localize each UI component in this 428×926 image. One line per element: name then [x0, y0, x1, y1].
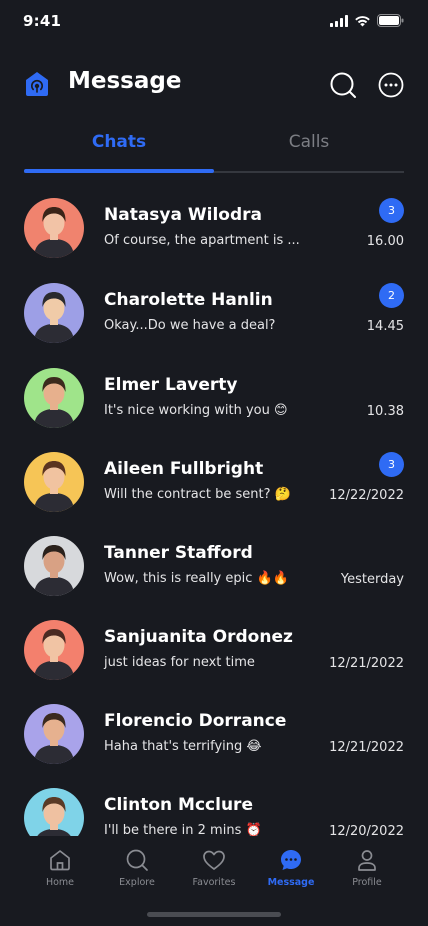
chat-name: Florencio Dorrance	[104, 711, 287, 731]
nav-item-message[interactable]: Message	[251, 848, 331, 898]
chat-last-message: just ideas for next time	[104, 655, 255, 670]
tab-chats[interactable]: Chats	[24, 132, 214, 172]
more-horizontal-icon	[378, 72, 404, 98]
home-indicator	[147, 912, 281, 917]
chat-name: Natasya Wilodra	[104, 205, 262, 225]
avatar-portrait	[24, 788, 84, 836]
chat-item[interactable]: Clinton Mcclure I'll be there in 2 mins …	[0, 776, 428, 836]
avatar	[24, 283, 84, 343]
chat-item[interactable]: Elmer Laverty It's nice working with you…	[0, 356, 428, 440]
chat-last-message: I'll be there in 2 mins ⏰	[104, 823, 262, 836]
chat-name: Clinton Mcclure	[104, 795, 253, 815]
nav-item-home[interactable]: Home	[20, 848, 100, 898]
chat-last-message: Wow, this is really epic 🔥🔥	[104, 571, 289, 586]
avatar	[24, 620, 84, 680]
avatar-portrait	[24, 368, 84, 428]
nav-item-explore[interactable]: Explore	[97, 848, 177, 898]
tab-calls[interactable]: Calls	[214, 132, 404, 172]
chat-item[interactable]: Florencio Dorrance Haha that's terrifyin…	[0, 692, 428, 776]
status-time: 9:41	[23, 12, 62, 30]
chat-item[interactable]: Sanjuanita Ordonez just ideas for next t…	[0, 608, 428, 692]
chat-time: Yesterday	[340, 572, 404, 587]
chat-time: 12/22/2022	[329, 488, 404, 503]
chat-name: Tanner Stafford	[104, 543, 253, 563]
chat-time: 12/21/2022	[329, 740, 404, 755]
nav-label: Home	[45, 877, 75, 888]
nav-label: Profile	[352, 877, 382, 888]
chat-name: Sanjuanita Ordonez	[104, 627, 293, 647]
chat-time: 12/20/2022	[329, 824, 404, 836]
chat-name: Aileen Fullbright	[104, 459, 264, 479]
unread-badge: 3	[379, 198, 404, 223]
chat-time: 16.00	[366, 234, 404, 249]
chat-last-message: It's nice working with you 😊	[104, 403, 288, 418]
explore-icon	[126, 849, 148, 871]
chat-time: 14.45	[366, 319, 404, 334]
avatar	[24, 788, 84, 836]
avatar-portrait	[24, 620, 84, 680]
cellular-signal-icon	[330, 14, 348, 27]
active-tab-indicator	[24, 169, 214, 173]
chat-name: Charolette Hanlin	[104, 290, 273, 310]
avatar-portrait	[24, 704, 84, 764]
tab-bar: Chats Calls	[24, 132, 404, 174]
chat-time: 12/21/2022	[329, 656, 404, 671]
avatar	[24, 704, 84, 764]
chat-last-message: Haha that's terrifying 😂	[104, 739, 262, 754]
status-icons	[330, 14, 404, 27]
page-title: Message	[68, 68, 182, 94]
app-logo-icon	[26, 72, 48, 96]
header: Message	[0, 60, 428, 110]
profile-icon	[358, 850, 376, 871]
avatar-portrait	[24, 198, 84, 258]
avatar	[24, 452, 84, 512]
chat-name: Elmer Laverty	[104, 375, 238, 395]
nav-item-favorites[interactable]: Favorites	[174, 848, 254, 898]
unread-badge: 2	[379, 283, 404, 308]
status-bar: 9:41	[0, 0, 428, 44]
battery-icon	[377, 14, 404, 27]
search-button[interactable]	[329, 71, 357, 99]
nav-label: Favorites	[192, 877, 236, 888]
avatar	[24, 198, 84, 258]
heart-icon	[203, 850, 225, 870]
nav-label: Message	[267, 877, 315, 888]
chat-last-message: Will the contract be sent? 🤔	[104, 487, 291, 502]
avatar-portrait	[24, 283, 84, 343]
avatar	[24, 368, 84, 428]
avatar	[24, 536, 84, 596]
chat-item[interactable]: Tanner Stafford Wow, this is really epic…	[0, 524, 428, 608]
chat-time: 10.38	[366, 404, 404, 419]
message-icon	[281, 850, 301, 870]
chat-list[interactable]: Natasya Wilodra Of course, the apartment…	[0, 186, 428, 836]
nav-label: Explore	[119, 877, 155, 888]
chat-last-message: Okay...Do we have a deal?	[104, 318, 276, 333]
search-icon	[330, 72, 356, 98]
more-options-button[interactable]	[377, 71, 405, 99]
home-icon	[50, 850, 70, 871]
chat-item[interactable]: Natasya Wilodra Of course, the apartment…	[0, 186, 428, 270]
wifi-icon	[355, 15, 370, 26]
chat-item[interactable]: Aileen Fullbright Will the contract be s…	[0, 440, 428, 524]
avatar-portrait	[24, 452, 84, 512]
unread-badge: 3	[379, 452, 404, 477]
avatar-portrait	[24, 536, 84, 596]
nav-item-profile[interactable]: Profile	[327, 848, 407, 898]
chat-item[interactable]: Charolette Hanlin Okay...Do we have a de…	[0, 271, 428, 355]
chat-last-message: Of course, the apartment is ...	[104, 233, 300, 248]
